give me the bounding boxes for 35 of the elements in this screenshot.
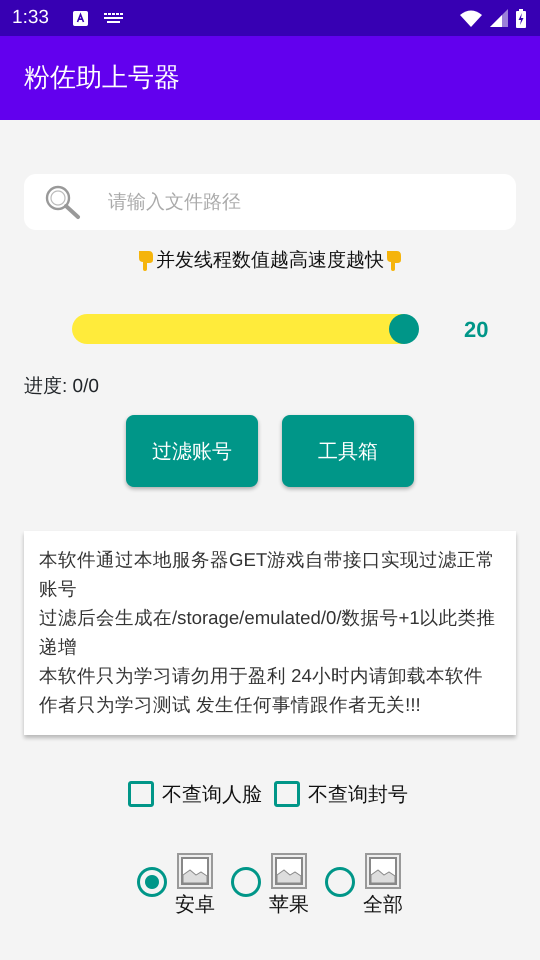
radio-label: 安卓 — [175, 891, 215, 918]
slider-value: 20 — [464, 316, 488, 344]
checkbox-label: 不查询封号 — [308, 781, 408, 808]
search-icon — [44, 184, 82, 220]
notice-text: 本软件通过本地服务器GET游戏自带接口实现过滤正常账号 — [39, 548, 496, 601]
pointing-hand-icon — [384, 249, 404, 272]
action-button[interactable]: 工具箱 — [282, 415, 414, 487]
checkbox[interactable] — [274, 781, 300, 807]
pointing-hand-icon — [136, 249, 156, 272]
radio-button[interactable] — [325, 867, 355, 897]
search-input[interactable]: 请输入文件路径 — [106, 174, 496, 230]
radio-button[interactable] — [137, 867, 167, 897]
slider-thumb[interactable] — [389, 314, 420, 344]
keyboard-letter-icon — [72, 10, 88, 26]
notice-text: 过滤后会生成在/storage/emulated/0/数据号+1以此类推递增 — [39, 606, 497, 659]
keyboard-icon — [104, 13, 123, 23]
status-time: 1:33 — [12, 6, 49, 30]
action-button[interactable]: 过滤账号 — [126, 415, 258, 487]
checkbox[interactable] — [128, 781, 154, 807]
radio-label: 全部 — [363, 891, 403, 918]
notice-text: 作者只为学习测试 发生任何事情跟作者无关!!! — [39, 693, 422, 717]
search-field[interactable]: 请输入文件路径 — [24, 174, 516, 230]
image-placeholder-icon — [177, 853, 213, 889]
hint-text: 并发线程数值越高速度越快 — [156, 248, 384, 273]
progress-text: 进度: 0/0 — [24, 374, 100, 398]
battery-icon — [516, 8, 526, 28]
image-placeholder-icon — [271, 853, 307, 889]
radio-label: 苹果 — [269, 891, 309, 918]
image-placeholder-icon — [365, 853, 401, 889]
checkbox-label: 不查询人脸 — [162, 781, 262, 808]
radio-button[interactable] — [231, 867, 261, 897]
signal-icon — [490, 9, 508, 27]
notice-text: 本软件只为学习请勿用于盈利 24小时内请卸载本软件 — [39, 664, 484, 688]
wifi-icon — [460, 10, 482, 26]
app-title: 粉佐助上号器 — [24, 62, 180, 94]
